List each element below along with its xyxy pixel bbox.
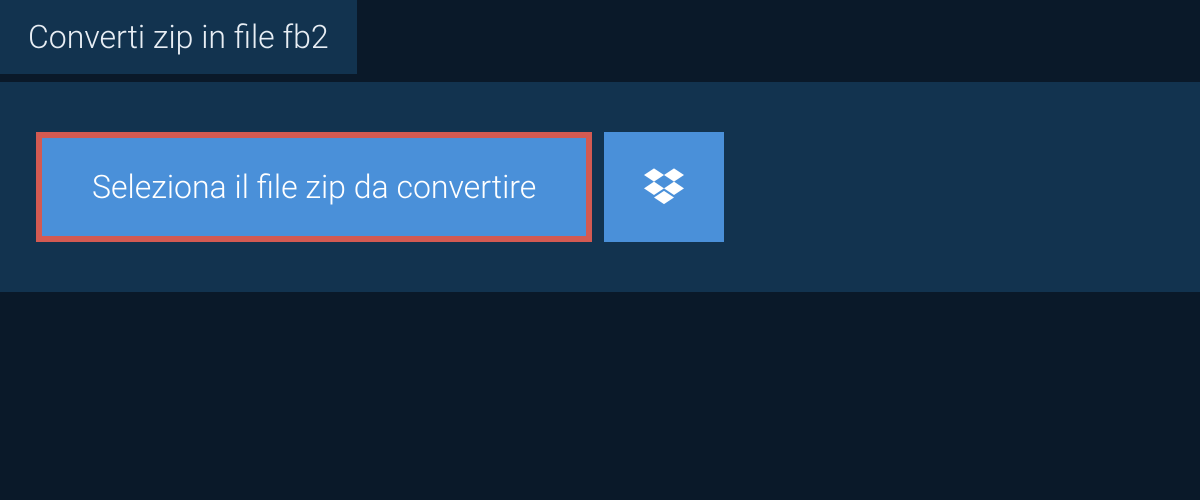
dropbox-button[interactable] (604, 132, 724, 242)
select-file-label: Seleziona il file zip da convertire (92, 168, 536, 206)
tab-header: Converti zip in file fb2 (0, 0, 357, 74)
tab-title: Converti zip in file fb2 (28, 18, 329, 56)
button-row: Seleziona il file zip da convertire (36, 132, 1164, 242)
converter-panel: Seleziona il file zip da convertire (0, 82, 1200, 292)
select-file-button[interactable]: Seleziona il file zip da convertire (36, 132, 592, 242)
dropbox-icon (644, 165, 684, 209)
